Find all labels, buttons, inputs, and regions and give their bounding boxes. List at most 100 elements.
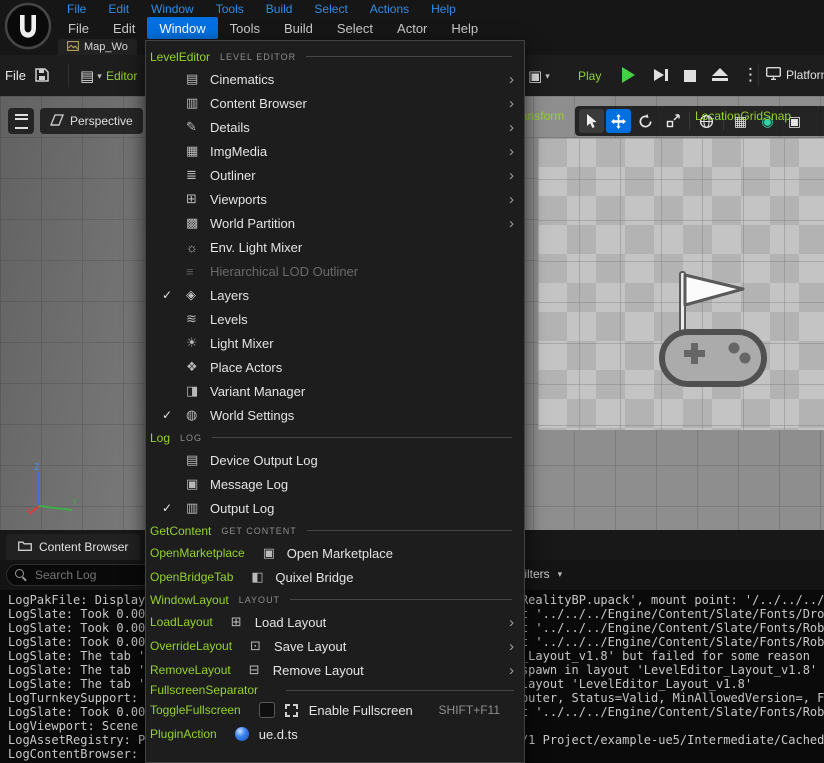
- viewport-menu-button[interactable]: [8, 108, 34, 134]
- toolbar-divider: [689, 112, 690, 130]
- menu-item-label: Viewports: [210, 192, 267, 207]
- more-options-icon[interactable]: ⋮: [742, 65, 759, 85]
- layers-icon: ◈: [186, 287, 210, 303]
- menu-edit[interactable]: Edit: [101, 17, 147, 39]
- menu-item-label: Cinematics: [210, 72, 274, 87]
- menu-item-message-log[interactable]: ▣Message Log: [146, 472, 524, 496]
- menu-item-label: Layers: [210, 288, 249, 303]
- toolbar-file-label: File: [5, 68, 26, 83]
- frame-skip-button[interactable]: [654, 69, 668, 81]
- shortcut-label: SHIFT+F11: [439, 703, 500, 717]
- submenu-arrow-icon: ›: [509, 96, 514, 111]
- cinematics-icon: ▤: [186, 71, 210, 87]
- menu-item-label: Outliner: [210, 168, 256, 183]
- extension-hook-label: LocationGridSnap: [695, 109, 791, 123]
- menu-item-device-output-log[interactable]: ▤Device Output Log: [146, 448, 524, 472]
- menu-item-label: World Settings: [210, 408, 294, 423]
- menu-item-cinematics[interactable]: ▤Cinematics›: [146, 67, 524, 91]
- menu-item-content-browser[interactable]: ▥Content Browser›: [146, 91, 524, 115]
- menu-item-open-marketplace[interactable]: OpenMarketplace▣Open Marketplace: [146, 541, 524, 565]
- menu-item-label: ImgMedia: [210, 144, 267, 159]
- menu-select[interactable]: Select: [325, 17, 385, 39]
- play-button[interactable]: [622, 67, 635, 83]
- editor-modes-icon[interactable]: ▤▾: [80, 67, 102, 85]
- menu-item-levels[interactable]: ≋Levels: [146, 307, 524, 331]
- menu-item-output-log[interactable]: ✓▥Output Log: [146, 496, 524, 520]
- menu-item-variant-manager[interactable]: ◨Variant Manager: [146, 379, 524, 403]
- place-actors-icon: ❖: [186, 359, 210, 375]
- outliner-icon: ≣: [186, 167, 210, 183]
- menu-item-label: ue.d.ts: [259, 727, 298, 742]
- move-tool-icon[interactable]: [606, 109, 631, 133]
- extension-hook-label: WindowLayout: [150, 593, 229, 607]
- submenu-arrow-icon: ›: [509, 216, 514, 231]
- menu-actor[interactable]: Actor: [385, 17, 439, 39]
- perspective-dropdown[interactable]: Perspective: [40, 108, 143, 134]
- unreal-logo[interactable]: [3, 1, 53, 56]
- select-tool-icon[interactable]: [579, 109, 604, 133]
- menu-window[interactable]: Window: [147, 17, 217, 39]
- details-icon: ✎: [186, 119, 210, 135]
- menu-item-label: Light Mixer: [210, 336, 274, 351]
- section-heading-label: LOG: [180, 433, 202, 443]
- menu-item-load-layout[interactable]: LoadLayout⊞Load Layout›: [146, 610, 524, 634]
- menubar-hook-help: Help: [420, 2, 467, 16]
- menu-item-enable-fullscreen[interactable]: ToggleFullscreenEnable FullscreenSHIFT+F…: [146, 698, 524, 722]
- menubar-hook-select: Select: [303, 2, 358, 16]
- menu-item-hierarchical-lod-outliner[interactable]: ≡Hierarchical LOD Outliner: [146, 259, 524, 283]
- menu-tools[interactable]: Tools: [218, 17, 272, 39]
- menu-item-quixel-bridge[interactable]: OpenBridgeTab◧Quixel Bridge: [146, 565, 524, 589]
- separator-line: [290, 599, 512, 600]
- hamburger-icon: [15, 114, 28, 129]
- check-icon: ✓: [162, 408, 186, 422]
- menu-item-label: Place Actors: [210, 360, 282, 375]
- menu-item-details[interactable]: ✎Details›: [146, 115, 524, 139]
- menu-item-imgmedia[interactable]: ▦ImgMedia›: [146, 139, 524, 163]
- menu-item-save-layout[interactable]: OverrideLayout⊡Save Layout›: [146, 634, 524, 658]
- save-icon[interactable]: [34, 67, 50, 83]
- window-menu-popup: LevelEditorLEVEL EDITOR▤Cinematics›▥Cont…: [145, 40, 525, 763]
- monitor-icon: [766, 67, 781, 83]
- menu-section-heading: LogLOG: [146, 427, 524, 448]
- tab-content-browser[interactable]: Content Browser: [6, 534, 140, 560]
- menu-item-world-settings[interactable]: ✓◍World Settings: [146, 403, 524, 427]
- asset-tab[interactable]: Map_Wo: [58, 39, 137, 55]
- hlod-outliner-icon: ≡: [186, 264, 210, 279]
- chevron-down-icon: ▾: [558, 569, 563, 580]
- menu-item-viewports[interactable]: ⊞Viewports›: [146, 187, 524, 211]
- menu-item-place-actors[interactable]: ❖Place Actors: [146, 355, 524, 379]
- ue-dts-icon: [235, 727, 249, 741]
- extension-hook-label: FullscreenSeparator: [150, 683, 258, 697]
- menu-file[interactable]: File: [56, 17, 101, 39]
- menu-section-heading: LevelEditorLEVEL EDITOR: [146, 46, 524, 67]
- scale-tool-icon[interactable]: [660, 109, 685, 133]
- eject-button[interactable]: [712, 68, 728, 76]
- submenu-arrow-icon: ›: [509, 120, 514, 135]
- menu-help[interactable]: Help: [439, 17, 490, 39]
- menu-item-remove-layout[interactable]: RemoveLayout⊟Remove Layout›: [146, 658, 524, 682]
- menu-item-outliner[interactable]: ≣Outliner ›: [146, 163, 524, 187]
- light-mixer-icon: ☀: [186, 335, 210, 351]
- extension-hook-label: RemoveLayout: [150, 663, 231, 677]
- stop-button[interactable]: [684, 70, 696, 82]
- menu-item-ue-d-ts[interactable]: PluginActionue.d.ts: [146, 722, 524, 746]
- menu-item-world-partition[interactable]: ▩World Partition›: [146, 211, 524, 235]
- levels-icon: ≋: [186, 311, 210, 327]
- platforms-dropdown[interactable]: Platforms ▾: [766, 67, 824, 83]
- menu-item-light-mixer[interactable]: ☀Light Mixer: [146, 331, 524, 355]
- player-start-flag-gamepad[interactable]: [646, 268, 778, 405]
- submenu-arrow-icon: ›: [509, 168, 514, 183]
- menu-item-env-light-mixer[interactable]: ☼Env. Light Mixer: [146, 235, 524, 259]
- menubar-hook-edit: Edit: [97, 2, 140, 16]
- section-heading-label: GET CONTENT: [221, 526, 296, 536]
- menu-item-label: Save Layout: [274, 639, 346, 654]
- fullscreen-checkbox[interactable]: [259, 702, 275, 718]
- menu-build[interactable]: Build: [272, 17, 325, 39]
- marketplace-icon: ▣: [263, 545, 287, 561]
- menu-item-layers[interactable]: ✓◈Layers: [146, 283, 524, 307]
- check-icon: ✓: [162, 501, 186, 515]
- quick-settings-icon[interactable]: ▣▾: [528, 67, 550, 85]
- gizmo-x-label: x: [26, 505, 30, 514]
- rotate-tool-icon[interactable]: [633, 109, 658, 133]
- separator-line: [306, 56, 512, 57]
